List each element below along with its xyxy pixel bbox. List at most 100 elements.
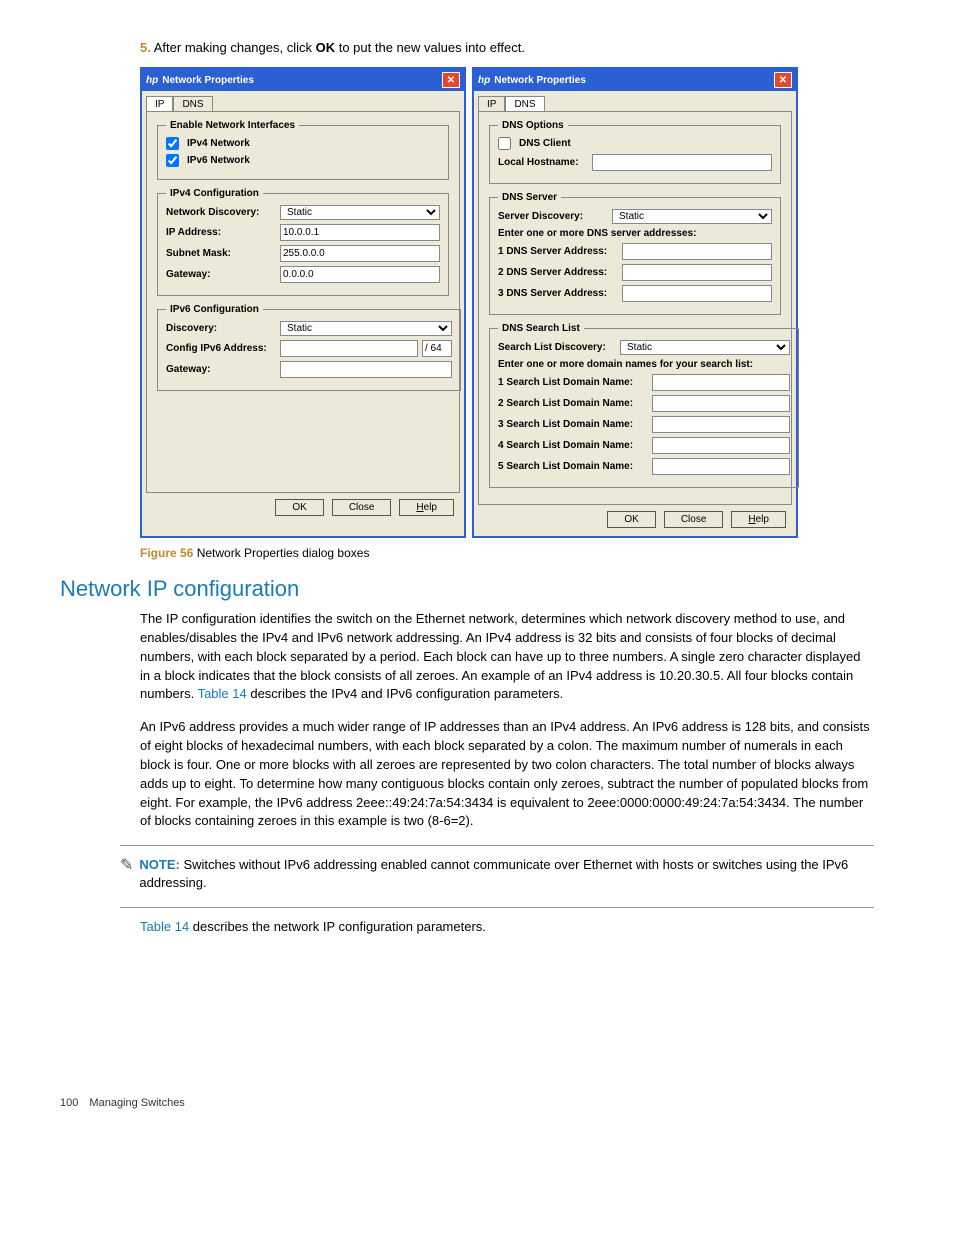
input-subnet-mask[interactable]	[280, 245, 440, 262]
titlebar: hp Network Properties ✕	[474, 69, 796, 91]
close-button[interactable]: Close	[664, 511, 724, 528]
select-net-discovery[interactable]: Static	[280, 205, 440, 220]
input-domain4[interactable]	[652, 437, 790, 454]
figure-text: Network Properties dialog boxes	[193, 546, 369, 560]
input-domain5[interactable]	[652, 458, 790, 475]
note-text: Switches without IPv6 addressing enabled…	[139, 857, 848, 890]
chapter-name: Managing Switches	[89, 1097, 184, 1109]
label-enter-servers: Enter one or more DNS server addresses:	[498, 228, 696, 239]
paragraph-1: The IP configuration identifies the swit…	[140, 610, 874, 704]
paragraph-3: Table 14 describes the network IP config…	[140, 918, 874, 937]
group-dns-server: DNS Server Server Discovery: Static Ente…	[489, 192, 781, 315]
label-local-hostname: Local Hostname:	[498, 157, 588, 168]
help-button[interactable]: Help	[731, 511, 786, 528]
help-button[interactable]: Help	[399, 499, 454, 516]
hp-logo-icon: hp	[478, 75, 490, 86]
note-label: NOTE:	[139, 857, 179, 872]
tab-dns[interactable]: DNS	[173, 96, 212, 112]
label-domain4: 4 Search List Domain Name:	[498, 440, 648, 451]
legend-dns-search: DNS Search List	[498, 323, 584, 334]
tab-dns[interactable]: DNS	[505, 96, 544, 112]
separator	[120, 845, 874, 846]
label-dns-client: DNS Client	[519, 138, 571, 149]
group-ipv6-config: IPv6 Configuration Discovery: Static Con…	[157, 304, 461, 391]
note-block: ✎ NOTE: Switches without IPv6 addressing…	[120, 856, 874, 892]
label-dns3: 3 DNS Server Address:	[498, 288, 618, 299]
label-domain2: 2 Search List Domain Name:	[498, 398, 648, 409]
figures-row: hp Network Properties ✕ IP DNS Enable Ne…	[140, 67, 894, 538]
input-gateway-v4[interactable]	[280, 266, 440, 283]
checkbox-ipv6[interactable]	[166, 154, 179, 167]
legend-enable: Enable Network Interfaces	[166, 120, 299, 131]
label-net-discovery: Network Discovery:	[166, 207, 276, 218]
legend-ipv4: IPv4 Configuration	[166, 188, 263, 199]
section-heading: Network IP configuration	[60, 576, 894, 602]
label-dns1: 1 DNS Server Address:	[498, 246, 618, 257]
select-search-discovery[interactable]: Static	[620, 340, 790, 355]
label-domain3: 3 Search List Domain Name:	[498, 419, 648, 430]
input-v6-prefix[interactable]	[422, 340, 452, 357]
label-server-discovery: Server Discovery:	[498, 211, 608, 222]
label-v6-discovery: Discovery:	[166, 323, 276, 334]
window-title: Network Properties	[494, 75, 586, 86]
label-subnet-mask: Subnet Mask:	[166, 248, 276, 259]
legend-ipv6: IPv6 Configuration	[166, 304, 263, 315]
legend-dns-server: DNS Server	[498, 192, 561, 203]
separator	[120, 907, 874, 908]
step-line: 5. After making changes, click OK to put…	[140, 40, 894, 55]
label-v6-gateway: Gateway:	[166, 364, 276, 375]
ok-button[interactable]: OK	[275, 499, 323, 516]
label-ipv6: IPv6 Network	[187, 155, 250, 166]
dialog-ip: hp Network Properties ✕ IP DNS Enable Ne…	[140, 67, 466, 538]
label-v6-address: Config IPv6 Address:	[166, 343, 276, 354]
legend-dns-options: DNS Options	[498, 120, 568, 131]
step-number: 5.	[140, 40, 151, 55]
input-v6-address[interactable]	[280, 340, 418, 357]
label-domain5: 5 Search List Domain Name:	[498, 461, 648, 472]
figure-label: Figure 56	[140, 546, 193, 560]
select-server-discovery[interactable]: Static	[612, 209, 772, 224]
ok-button[interactable]: OK	[607, 511, 655, 528]
input-dns2[interactable]	[622, 264, 772, 281]
input-domain3[interactable]	[652, 416, 790, 433]
window-title: Network Properties	[162, 75, 254, 86]
paragraph-2: An IPv6 address provides a much wider ra…	[140, 718, 874, 831]
tabs: IP DNS	[142, 91, 464, 111]
checkbox-dns-client[interactable]	[498, 137, 511, 150]
label-search-discovery: Search List Discovery:	[498, 342, 616, 353]
panel-body-dns: DNS Options DNS Client Local Hostname: D…	[478, 111, 792, 505]
label-ip-address: IP Address:	[166, 227, 276, 238]
group-ipv4-config: IPv4 Configuration Network Discovery: St…	[157, 188, 449, 296]
input-dns1[interactable]	[622, 243, 772, 260]
button-row: OK Close Help	[474, 505, 796, 536]
input-local-hostname[interactable]	[592, 154, 772, 171]
input-v6-gateway[interactable]	[280, 361, 452, 378]
button-row: OK Close Help	[142, 493, 464, 524]
select-v6-discovery[interactable]: Static	[280, 321, 452, 336]
input-domain2[interactable]	[652, 395, 790, 412]
page-number: 100	[60, 1097, 78, 1109]
input-ip-address[interactable]	[280, 224, 440, 241]
panel-body-ip: Enable Network Interfaces IPv4 Network I…	[146, 111, 460, 493]
tab-ip[interactable]: IP	[478, 96, 505, 112]
label-ipv4: IPv4 Network	[187, 138, 250, 149]
titlebar: hp Network Properties ✕	[142, 69, 464, 91]
close-icon[interactable]: ✕	[442, 72, 460, 88]
dialog-dns: hp Network Properties ✕ IP DNS DNS Optio…	[472, 67, 798, 538]
label-gateway-v4: Gateway:	[166, 269, 276, 280]
step-text-before: After making changes, click	[154, 40, 316, 55]
input-dns3[interactable]	[622, 285, 772, 302]
step-text-after: to put the new values into effect.	[335, 40, 525, 55]
checkbox-ipv4[interactable]	[166, 137, 179, 150]
link-table-14[interactable]: Table 14	[198, 686, 247, 701]
tab-ip[interactable]: IP	[146, 96, 173, 112]
note-icon: ✎	[120, 858, 133, 874]
input-domain1[interactable]	[652, 374, 790, 391]
page-footer: 100 Managing Switches	[60, 1097, 894, 1109]
group-dns-search: DNS Search List Search List Discovery: S…	[489, 323, 799, 488]
close-icon[interactable]: ✕	[774, 72, 792, 88]
label-domain1: 1 Search List Domain Name:	[498, 377, 648, 388]
close-button[interactable]: Close	[332, 499, 392, 516]
label-dns2: 2 DNS Server Address:	[498, 267, 618, 278]
link-table-14-b[interactable]: Table 14	[140, 919, 189, 934]
